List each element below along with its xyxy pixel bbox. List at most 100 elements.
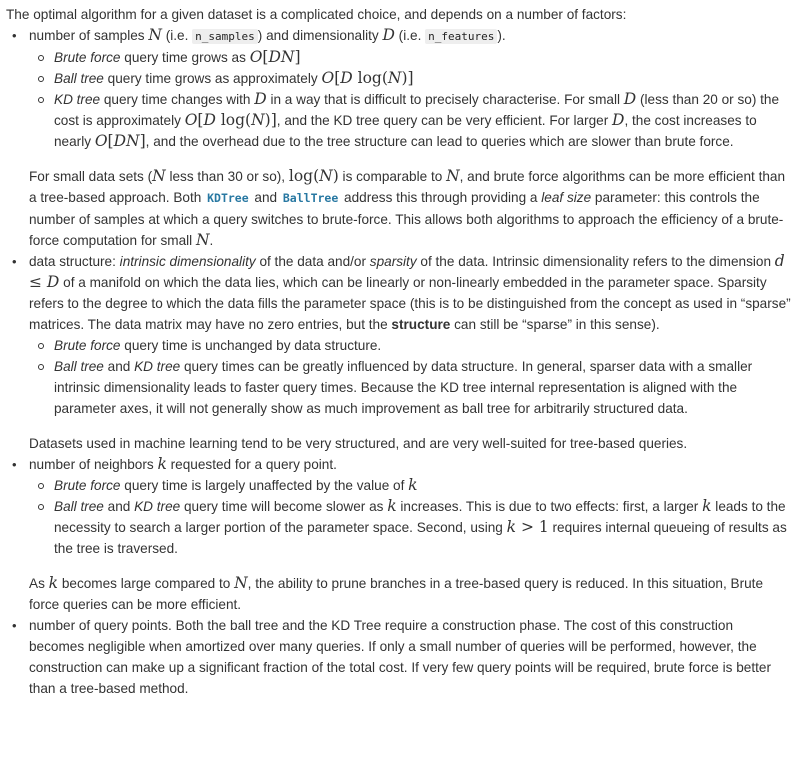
math-variable: O [94, 132, 108, 150]
math-variable: k [387, 497, 397, 515]
text-run: of the data and/or [255, 254, 370, 269]
math-variable: k [408, 476, 418, 494]
sub-list-item: Ball tree query time grows as approximat… [29, 68, 791, 89]
text-run: becomes large compared to [58, 576, 235, 591]
math-variable: N [319, 167, 333, 185]
text-run: query time is unchanged by data structur… [120, 338, 382, 353]
math-variable: k [702, 497, 712, 515]
factor-list: number of samples N (i.e. n_samples) and… [6, 25, 791, 699]
factor-description: number of query points. Both the ball tr… [29, 615, 791, 699]
sub-list: Brute force query time is unchanged by d… [29, 335, 791, 419]
math-variable: DN [113, 132, 140, 150]
factor-description: data structure: intrinsic dimensionality… [29, 251, 791, 335]
factor-description: number of neighbors k requested for a qu… [29, 454, 791, 475]
math-variable: N [148, 26, 162, 44]
math-variable: O [184, 111, 198, 129]
api-reference-link[interactable]: BallTree [281, 191, 340, 205]
sub-list-item: Brute force query time is largely unaffe… [29, 475, 791, 496]
sub-list-item: Ball tree and KD tree query times can be… [29, 356, 791, 419]
text-run: As [29, 576, 49, 591]
math-variable: O [249, 48, 263, 66]
math-variable: N [234, 574, 248, 592]
code-literal: n_samples [192, 29, 258, 44]
math-variable: k [157, 455, 167, 473]
math-variable: D [623, 90, 637, 108]
text-run: number of neighbors [29, 457, 158, 472]
text-run: in a way that is difficult to precisely … [266, 92, 624, 107]
math-variable: k [48, 574, 59, 592]
emphasis-text: Brute force [54, 338, 121, 353]
emphasis-text: KD tree [54, 92, 101, 107]
sub-list-item: Ball tree and KD tree query time will be… [29, 496, 791, 559]
math-symbol: log( [215, 111, 252, 129]
api-reference-link[interactable]: KDTree [205, 191, 251, 205]
text-run: data structure: [29, 254, 120, 269]
text-run: address this through providing a [340, 190, 542, 205]
text-run: is comparable to [338, 169, 447, 184]
text-run: less than 30 or so), [165, 169, 289, 184]
text-run: increases. This is due to two effects: f… [396, 499, 703, 514]
math-symbol: )] [264, 111, 277, 129]
math-variable: N [251, 111, 265, 129]
text-run: query time changes with [100, 92, 255, 107]
text-run: ). [497, 28, 506, 43]
emphasis-text: KD tree [134, 359, 181, 374]
text-run: query time grows as [120, 50, 250, 65]
intro-paragraph: The optimal algorithm for a given datase… [6, 7, 627, 22]
factor-item: data structure: intrinsic dimensionality… [6, 251, 791, 454]
text-run: of the data. Intrinsic dimensionality re… [416, 254, 775, 269]
sub-list-item: Brute force query time grows as O[DN] [29, 47, 791, 68]
sub-list-item: KD tree query time changes with D in a w… [29, 89, 791, 152]
math-symbol: ] [294, 48, 301, 66]
math-variable: D [612, 111, 625, 129]
math-variable: O [321, 69, 335, 87]
math-variable: N [195, 231, 210, 249]
text-run: For small data sets ( [29, 169, 153, 184]
math-variable: N [152, 167, 166, 185]
follow-up-paragraph: As k becomes large compared to N, the ab… [29, 573, 791, 615]
follow-up-paragraph: For small data sets (N less than 30 or s… [29, 166, 791, 251]
factor-item: number of samples N (i.e. n_samples) and… [6, 25, 791, 251]
sub-list: Brute force query time is largely unaffe… [29, 475, 791, 559]
text-run: (i.e. [161, 28, 193, 43]
text-run: number of samples [29, 28, 149, 43]
text-run: . [209, 233, 214, 248]
factor-description: number of samples N (i.e. n_samples) and… [29, 25, 791, 47]
text-run: can still be “sparse” in this sense). [450, 317, 660, 332]
math-variable: D [340, 69, 353, 87]
text-run: query time is largely unaffected by the … [120, 478, 409, 493]
follow-up-paragraph: Datasets used in machine learning tend t… [29, 433, 791, 454]
math-variable: k [506, 518, 517, 536]
text-run: Datasets used in machine learning tend t… [29, 436, 688, 451]
text-run: , and the KD tree query can be very effi… [276, 113, 613, 128]
math-variable: N [446, 167, 460, 185]
math-variable: D [382, 26, 395, 44]
emphasis-text: Ball tree [54, 499, 104, 514]
emphasis-text: KD tree [134, 499, 181, 514]
bold-text: structure [391, 317, 451, 332]
math-symbol: )] [401, 69, 414, 87]
math-variable: DN [268, 48, 295, 66]
math-variable: D [254, 90, 267, 108]
math-symbol: log( [352, 69, 388, 87]
emphasis-text: Ball tree [54, 71, 104, 86]
text-run: and [103, 359, 135, 374]
text-run: ) and dimensionality [257, 28, 383, 43]
math-symbol: log( [288, 167, 320, 185]
sub-list: Brute force query time grows as O[DN] Bal… [29, 47, 791, 152]
math-variable: d [774, 252, 785, 270]
emphasis-text: leaf size [541, 190, 592, 205]
emphasis-text: sparsity [369, 254, 417, 269]
math-symbol: > 1 [516, 518, 549, 536]
sub-list-item: Brute force query time is unchanged by d… [29, 335, 791, 356]
text-run: and [250, 190, 281, 205]
text-run: , and the overhead due to the tree struc… [145, 134, 734, 149]
math-variable: D [46, 273, 60, 291]
emphasis-text: Brute force [54, 478, 121, 493]
documentation-page: The optimal algorithm for a given datase… [0, 0, 791, 699]
text-run: and [103, 499, 135, 514]
text-run: (i.e. [394, 28, 426, 43]
math-variable: D [203, 111, 216, 129]
text-run: query time grows as approximately [103, 71, 322, 86]
text-run: number of query points. Both the ball tr… [29, 618, 771, 696]
